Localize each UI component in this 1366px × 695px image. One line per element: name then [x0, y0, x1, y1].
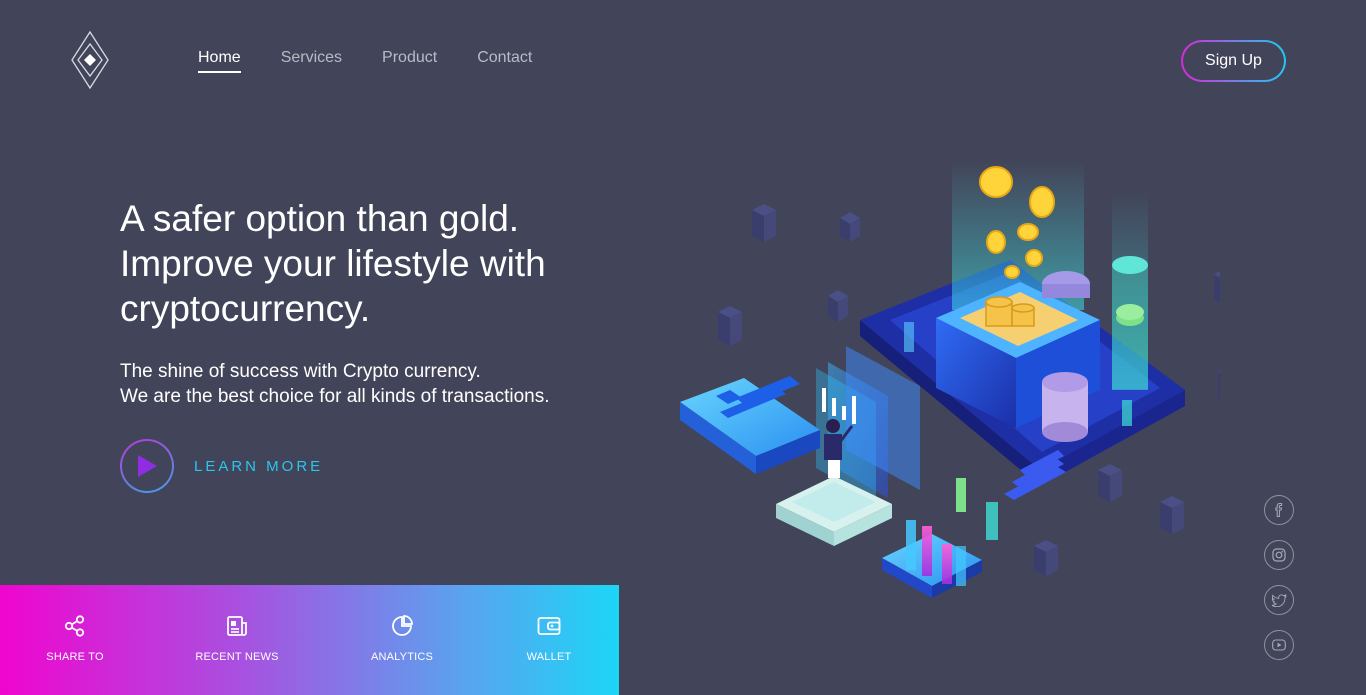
analytics-button[interactable]: ANALYTICS — [342, 615, 462, 663]
instagram-button[interactable] — [1264, 540, 1294, 570]
wallet-button[interactable]: WALLET — [489, 615, 609, 663]
subline-line: We are the best choice for all kinds of … — [120, 386, 550, 407]
headline-line: cryptocurrency. — [120, 288, 371, 329]
logo[interactable] — [68, 30, 112, 90]
diamond-logo-icon — [71, 30, 109, 90]
twitter-button[interactable] — [1264, 585, 1294, 615]
share-icon — [64, 615, 85, 637]
headline-line: Improve your lifestyle with — [120, 243, 546, 284]
facebook-button[interactable] — [1264, 495, 1294, 525]
sign-up-button[interactable]: Sign Up — [1181, 40, 1286, 82]
isometric-platform-illustration — [680, 160, 1242, 598]
facebook-icon — [1275, 503, 1283, 517]
share-to-button[interactable]: SHARE TO — [15, 615, 135, 663]
analytics-label: ANALYTICS — [370, 651, 434, 663]
twitter-icon — [1271, 593, 1287, 607]
nav-contact[interactable]: Contact — [477, 49, 532, 73]
play-button[interactable] — [120, 439, 174, 493]
youtube-icon — [1272, 639, 1286, 651]
nav-product[interactable]: Product — [382, 49, 437, 73]
sign-up-label: Sign Up — [1183, 42, 1284, 80]
play-icon — [138, 455, 157, 477]
wallet-icon — [537, 617, 561, 635]
bottom-action-bar: SHARE TO RECENT NEWS ANALYTICS WALLET — [0, 585, 619, 695]
main-nav: Home Services Product Contact — [198, 49, 532, 73]
headline-line: A safer option than gold. — [120, 198, 520, 239]
learn-more-link[interactable]: LEARN MORE — [194, 458, 323, 475]
hero-headline: A safer option than gold. Improve your l… — [120, 196, 640, 331]
pie-chart-icon — [392, 615, 413, 636]
crypto-illustration — [660, 150, 1242, 620]
news-icon — [227, 616, 247, 636]
hero-subline: The shine of success with Crypto currenc… — [120, 359, 640, 409]
share-to-label: SHARE TO — [46, 651, 104, 663]
nav-services[interactable]: Services — [281, 49, 342, 73]
youtube-button[interactable] — [1264, 630, 1294, 660]
recent-news-button[interactable]: RECENT NEWS — [177, 615, 297, 663]
instagram-icon — [1272, 548, 1286, 562]
nav-home[interactable]: Home — [198, 49, 241, 73]
wallet-label: WALLET — [526, 651, 572, 663]
recent-news-label: RECENT NEWS — [195, 651, 279, 663]
subline-line: The shine of success with Crypto currenc… — [120, 361, 481, 382]
